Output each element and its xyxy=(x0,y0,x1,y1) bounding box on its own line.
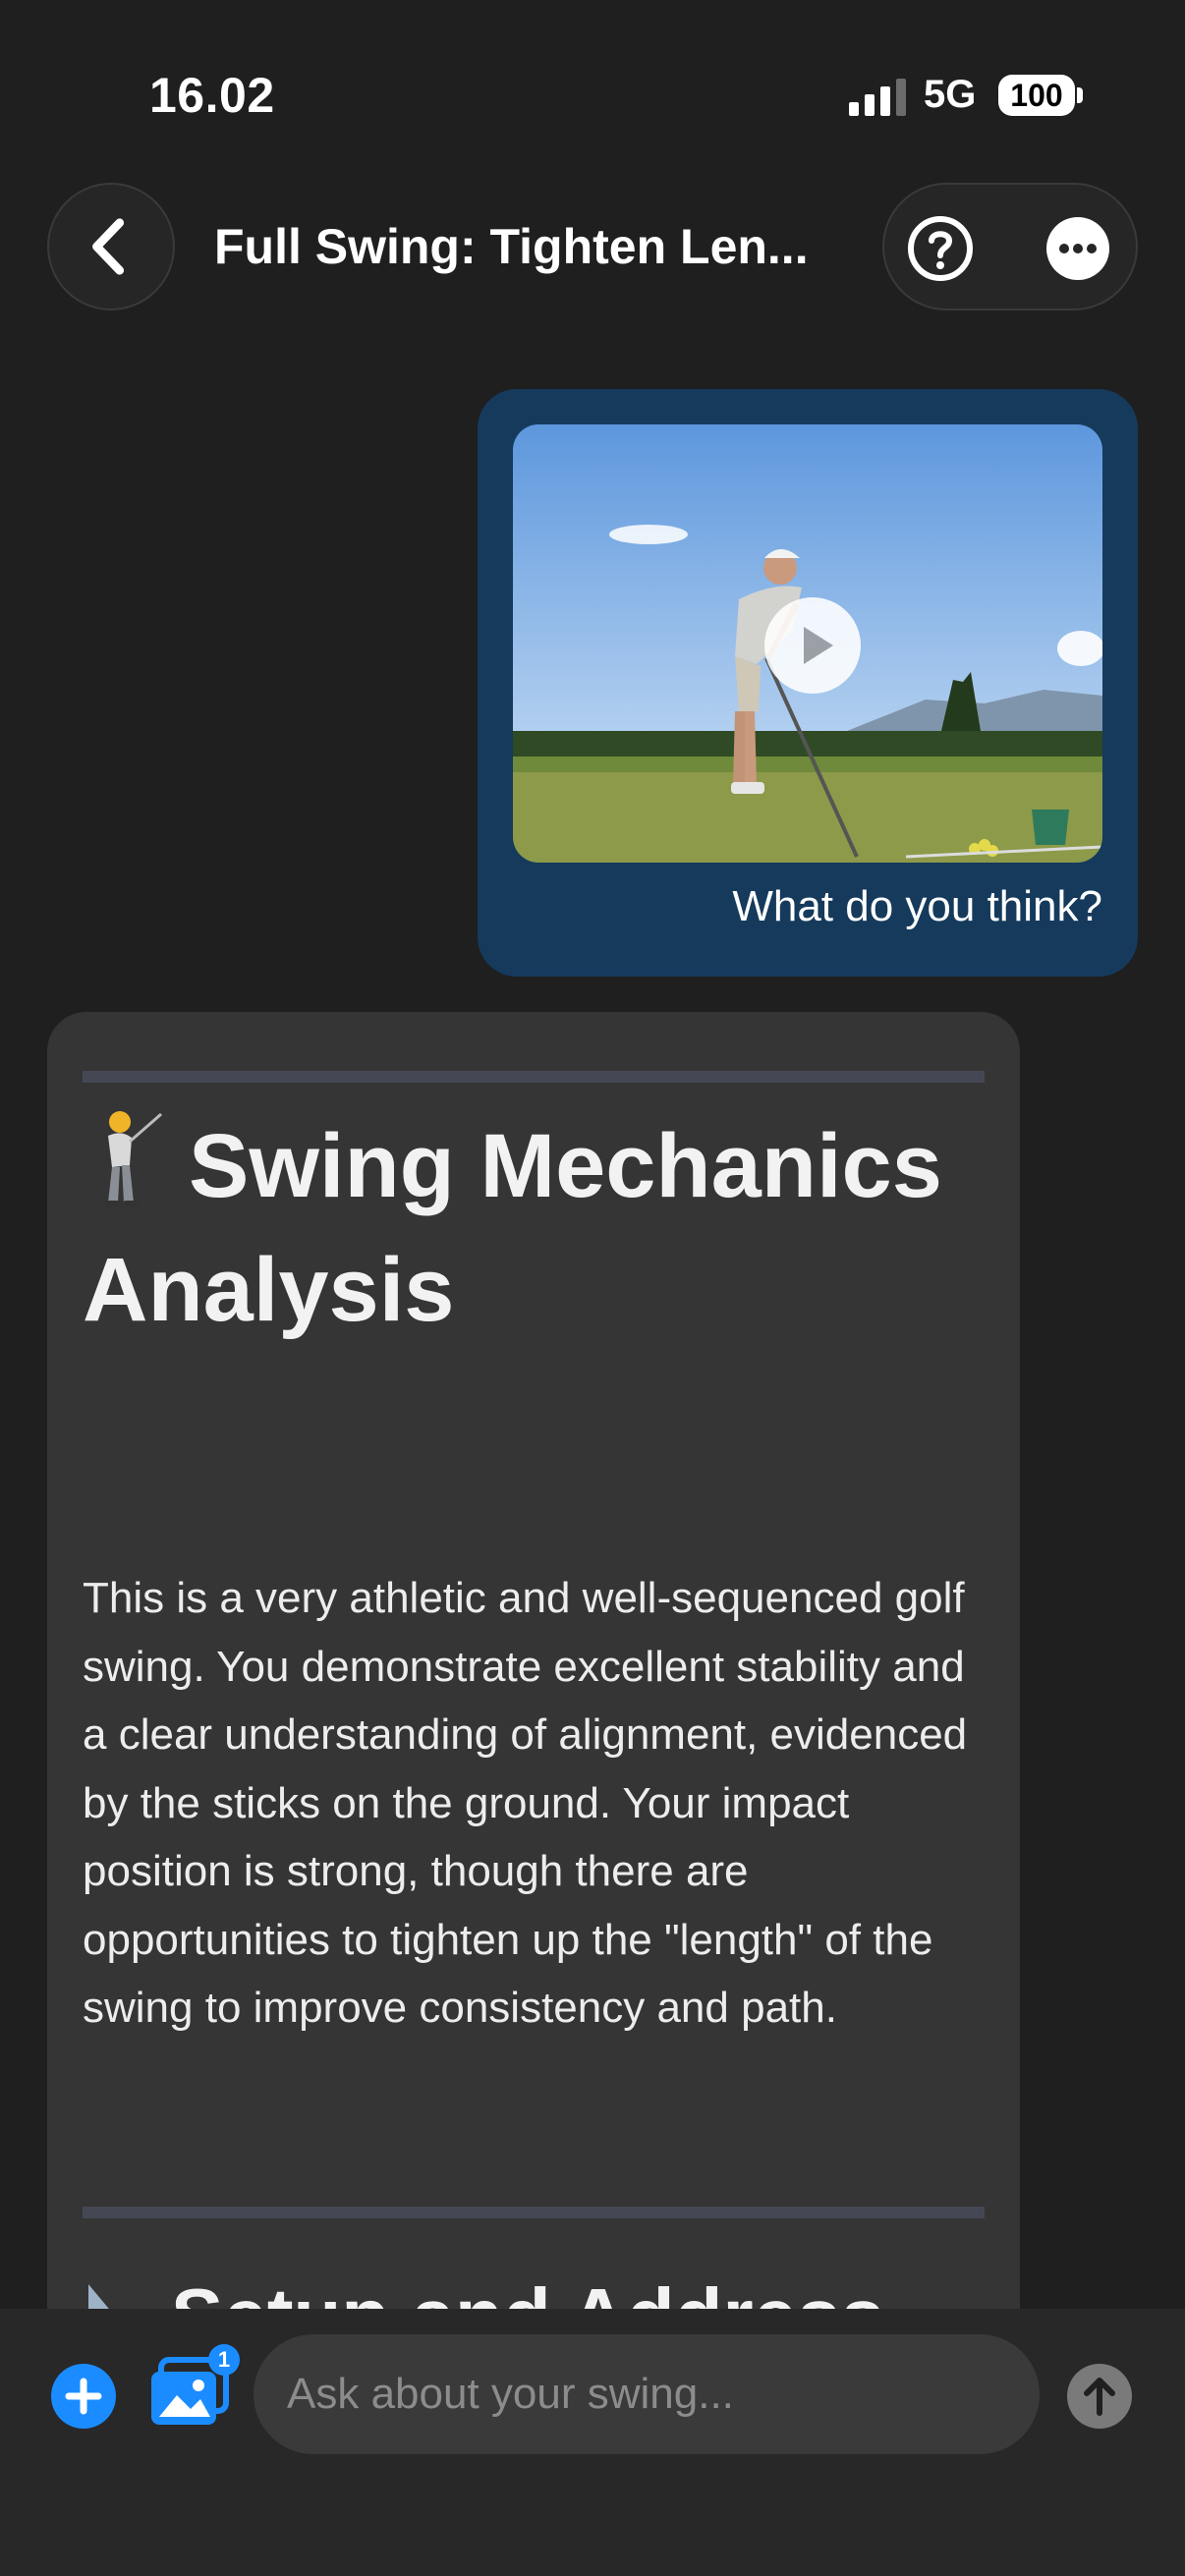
plus-icon xyxy=(65,2378,102,2415)
arrow-up-icon xyxy=(1084,2378,1115,2416)
conversation-title: Full Swing: Tighten Len... xyxy=(214,219,809,274)
battery-tip xyxy=(1077,87,1083,103)
section-divider xyxy=(83,1071,985,1083)
swing-video-thumbnail[interactable] xyxy=(513,424,1102,863)
send-button[interactable] xyxy=(1067,2364,1132,2429)
more-options-icon[interactable] xyxy=(1044,214,1112,283)
cellular-signal-icon xyxy=(849,79,906,116)
section-divider xyxy=(83,2207,985,2218)
battery-icon: 100 xyxy=(998,75,1075,116)
message-composer: 1 xyxy=(0,2309,1185,2576)
add-button[interactable] xyxy=(51,2364,116,2429)
chat-screen: 16.02 5G 100 Full Swing: Tighten Len... xyxy=(0,0,1185,2576)
user-message-bubble: What do you think? xyxy=(478,389,1138,977)
analysis-heading: Swing Mechanics Analysis xyxy=(83,1104,947,1352)
analysis-heading-text: Swing Mechanics Analysis xyxy=(83,1116,942,1340)
help-icon[interactable] xyxy=(906,214,975,283)
golfer-icon xyxy=(104,1111,162,1206)
network-type: 5G xyxy=(924,73,977,116)
analysis-body: This is a very athletic and well-sequenc… xyxy=(83,1574,968,2032)
play-icon xyxy=(804,627,833,664)
assistant-message-card: Swing Mechanics Analysis This is a very … xyxy=(47,1012,1020,2387)
attachment-count-badge: 1 xyxy=(208,2344,240,2376)
status-time: 16.02 xyxy=(149,68,275,123)
play-video-button[interactable] xyxy=(764,597,861,694)
user-message-text: What do you think? xyxy=(732,882,1102,930)
message-input[interactable] xyxy=(254,2334,1040,2454)
header-actions xyxy=(882,183,1138,310)
back-button[interactable] xyxy=(47,183,175,310)
chevron-left-icon xyxy=(92,218,125,275)
